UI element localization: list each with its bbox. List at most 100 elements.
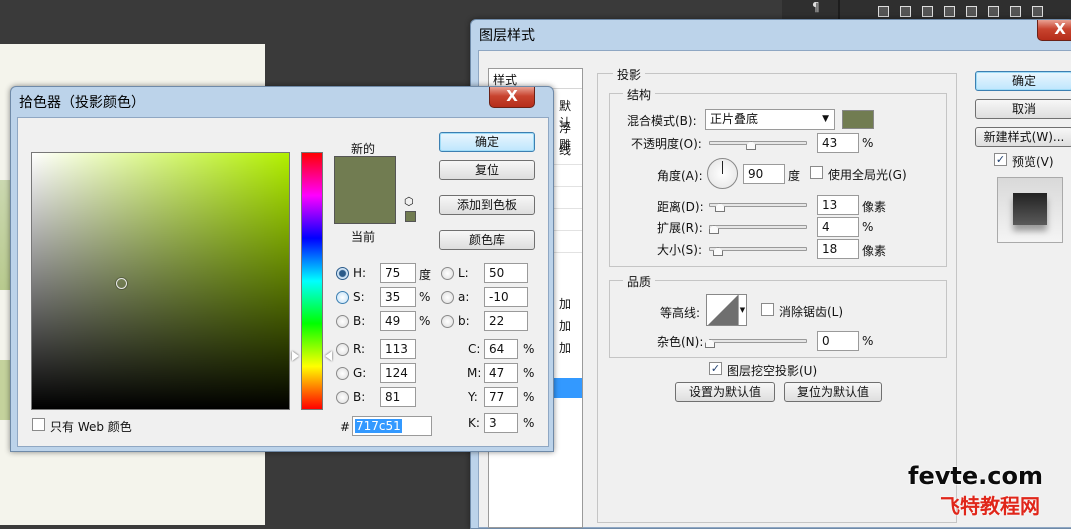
- hue-radio[interactable]: [336, 267, 349, 280]
- lab-b-radio[interactable]: [441, 315, 454, 328]
- opacity-input[interactable]: 43: [817, 133, 859, 153]
- contour-picker[interactable]: ▼: [706, 294, 747, 326]
- stamp-icon[interactable]: [988, 6, 999, 17]
- style-preview: [997, 177, 1063, 243]
- antialias-checkbox[interactable]: [761, 303, 774, 316]
- saturation-input[interactable]: 35: [380, 287, 416, 307]
- structure-title: 结构: [623, 86, 656, 103]
- web-safe-swatch[interactable]: [405, 211, 416, 222]
- saturation-radio[interactable]: [336, 291, 349, 304]
- lab-b-input[interactable]: 22: [484, 311, 528, 331]
- color-picker-close-button[interactable]: X: [489, 87, 535, 108]
- picker-ok-button[interactable]: 确定: [439, 132, 535, 152]
- square-icon[interactable]: [922, 6, 933, 17]
- blend-mode-label: 混合模式(B):: [627, 114, 697, 128]
- green-input[interactable]: 124: [380, 363, 416, 383]
- current-color-label: 当前: [351, 230, 376, 244]
- hex-input[interactable]: 717c51: [352, 416, 432, 436]
- red-radio[interactable]: [336, 343, 349, 356]
- brightness-input[interactable]: 49: [380, 311, 416, 331]
- color-libraries-button[interactable]: 颜色库: [439, 230, 535, 250]
- style-item-overlay-2[interactable]: 加: [559, 317, 571, 334]
- size-label: 大小(S):: [657, 243, 703, 257]
- angle-input[interactable]: 90: [743, 164, 785, 184]
- color-marker[interactable]: [115, 277, 127, 289]
- size-input[interactable]: 18: [817, 239, 859, 259]
- yellow-input[interactable]: 77: [484, 387, 518, 407]
- size-slider[interactable]: [709, 247, 807, 251]
- contour-chevron-icon[interactable]: ▼: [738, 295, 746, 325]
- cyan-input[interactable]: 64: [484, 339, 518, 359]
- blend-mode-select[interactable]: 正片叠底 ▼: [705, 109, 835, 130]
- magenta-input[interactable]: 47: [484, 363, 518, 383]
- knockout-checkbox[interactable]: ✓: [709, 362, 722, 375]
- black-input[interactable]: 3: [484, 413, 518, 433]
- current-color-swatch[interactable]: [334, 190, 396, 224]
- web-colors-checkbox[interactable]: [32, 418, 45, 431]
- distance-unit: 像素: [862, 200, 887, 214]
- noise-input[interactable]: 0: [817, 331, 859, 351]
- style-item-overlay-1[interactable]: 加: [559, 295, 571, 312]
- new-color-swatch: [334, 156, 396, 190]
- make-default-button[interactable]: 设置为默认值: [675, 382, 775, 402]
- style-item-overlay-3[interactable]: 加: [559, 339, 571, 356]
- lab-l-input[interactable]: 50: [484, 263, 528, 283]
- spread-input[interactable]: 4: [817, 217, 859, 237]
- saturation-brightness-field[interactable]: [31, 152, 290, 410]
- watermark-domain: fevte.com: [908, 462, 1043, 490]
- layers-icon[interactable]: [1032, 6, 1043, 17]
- knockout-label: 图层挖空投影(U): [727, 364, 818, 378]
- brightness-radio[interactable]: [336, 315, 349, 328]
- hex-value: 717c51: [355, 419, 402, 433]
- blend-color-swatch[interactable]: [842, 110, 874, 129]
- lab-a-radio[interactable]: [441, 291, 454, 304]
- layer-style-cancel-button[interactable]: 取消: [975, 99, 1071, 119]
- green-radio[interactable]: [336, 367, 349, 380]
- adjust-icon[interactable]: [900, 6, 911, 17]
- new-color-label: 新的: [351, 142, 376, 156]
- noise-slider[interactable]: [709, 339, 807, 343]
- grid-icon-2[interactable]: [1010, 6, 1021, 17]
- style-item-drop-shadow-selected[interactable]: [551, 378, 582, 398]
- layer-style-close-button[interactable]: X: [1037, 20, 1071, 41]
- distance-input[interactable]: 13: [817, 195, 859, 215]
- hex-label: #: [340, 420, 351, 434]
- contour-label: 等高线:: [660, 306, 701, 320]
- style-item-stroke[interactable]: 线: [559, 141, 571, 158]
- angle-dial-needle: [722, 161, 723, 174]
- blue-input[interactable]: 81: [380, 387, 416, 407]
- spread-slider[interactable]: [709, 225, 807, 229]
- camera-icon[interactable]: [944, 6, 955, 17]
- spread-unit: %: [862, 220, 874, 234]
- chevron-down-icon: ▼: [822, 114, 829, 124]
- picker-reset-button[interactable]: 复位: [439, 160, 535, 180]
- brightness-unit: %: [419, 314, 431, 328]
- hue-slider-left-arrow[interactable]: [292, 350, 299, 361]
- reset-default-button[interactable]: 复位为默认值: [784, 382, 882, 402]
- preview-checkbox[interactable]: ✓: [994, 153, 1007, 166]
- black-label: K:: [468, 416, 480, 430]
- lab-l-label: L:: [458, 266, 469, 280]
- grid-icon[interactable]: [878, 6, 889, 17]
- red-input[interactable]: 113: [380, 339, 416, 359]
- hue-slider-right-arrow[interactable]: [325, 350, 332, 361]
- new-style-button[interactable]: 新建样式(W)...: [975, 127, 1071, 147]
- opacity-slider[interactable]: [709, 141, 807, 145]
- angle-dial[interactable]: [707, 158, 738, 189]
- red-label: R:: [353, 342, 366, 356]
- hue-input[interactable]: 75: [380, 263, 416, 283]
- global-light-checkbox[interactable]: [810, 166, 823, 179]
- opacity-label: 不透明度(O):: [631, 137, 702, 151]
- gamut-cube-icon[interactable]: ⬡: [404, 195, 414, 208]
- layer-style-ok-button[interactable]: 确定: [975, 71, 1071, 91]
- mask-icon[interactable]: [966, 6, 977, 17]
- blue-radio[interactable]: [336, 391, 349, 404]
- add-to-swatches-button[interactable]: 添加到色板: [439, 195, 535, 215]
- lab-a-input[interactable]: -10: [484, 287, 528, 307]
- preview-label: 预览(V): [1012, 155, 1054, 169]
- paragraph-icon[interactable]: ¶: [812, 0, 820, 14]
- lab-l-radio[interactable]: [441, 267, 454, 280]
- layer-style-title: 图层样式: [479, 28, 535, 44]
- lab-a-label: a:: [458, 290, 470, 304]
- hue-slider[interactable]: [301, 152, 323, 410]
